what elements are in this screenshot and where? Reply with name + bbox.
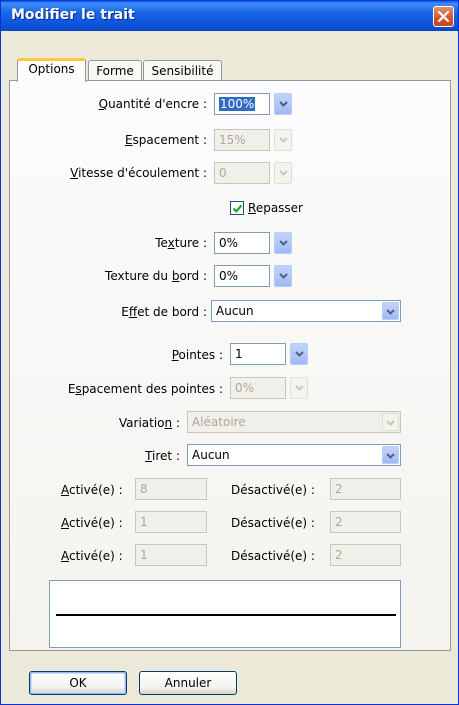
flow-speed-label: Vitesse d'écoulement :: [70, 166, 207, 180]
stroke-preview-line: [56, 614, 396, 616]
dash-on-input-3: 1: [135, 544, 207, 566]
tab-sensibilite-label: Sensibilité: [151, 64, 214, 78]
dash-on-input-1: 8: [135, 478, 207, 500]
stroke-preview: [49, 580, 401, 648]
edge-effect-select[interactable]: Aucun: [211, 300, 401, 322]
spacing-label: Espacement :: [124, 133, 207, 147]
tab-sensibilite[interactable]: Sensibilité: [143, 60, 222, 82]
edge-texture-dropdown-button[interactable]: [274, 265, 292, 287]
dialog-window: Modifier le trait Options Forme Sensibil…: [0, 0, 459, 705]
tab-forme[interactable]: Forme: [88, 60, 142, 82]
dash-off-input-1: 2: [330, 478, 401, 500]
variation-dropdown-button: [382, 413, 399, 431]
dash-on-label-3: Activé(e) :: [61, 549, 123, 563]
edge-effect-value: Aucun: [216, 304, 254, 318]
tips-dropdown-button[interactable]: [290, 343, 308, 365]
edge-texture-input[interactable]: 0%: [214, 265, 270, 287]
variation-select: Aléatoire: [187, 411, 401, 433]
edge-effect-label: Effet de bord :: [121, 305, 207, 319]
ink-quantity-input[interactable]: 100%: [214, 93, 270, 115]
texture-input[interactable]: 0%: [214, 232, 270, 254]
ok-button[interactable]: OK: [29, 671, 127, 695]
dash-on-input-2: 1: [135, 511, 207, 533]
dash-label: Tiret :: [145, 449, 180, 463]
tip-spacing-dropdown-button: [290, 377, 308, 399]
dash-off-input-3: 2: [330, 544, 401, 566]
tip-spacing-label: Espacement des pointes :: [67, 382, 223, 396]
dash-off-label-1: Désactivé(e) :: [231, 483, 315, 497]
window-title: Modifier le trait: [11, 7, 135, 23]
edge-texture-label: Texture du bord :: [105, 269, 207, 283]
tab-options-label: Options: [28, 62, 75, 76]
dash-on-label-1: Activé(e) :: [61, 483, 123, 497]
texture-dropdown-button[interactable]: [274, 232, 292, 254]
ink-quantity-dropdown-button[interactable]: [274, 93, 292, 115]
tip-spacing-input: 0%: [230, 377, 286, 399]
tab-forme-label: Forme: [96, 64, 134, 78]
close-button[interactable]: [433, 6, 454, 27]
flow-speed-input: 0: [214, 162, 270, 184]
dash-select[interactable]: Aucun: [187, 444, 401, 466]
spacing-input: 15%: [214, 129, 270, 151]
tips-label: Pointes :: [171, 348, 223, 362]
cancel-button[interactable]: Annuler: [139, 671, 237, 695]
variation-value: Aléatoire: [192, 415, 246, 429]
dash-dropdown-button[interactable]: [382, 446, 399, 464]
retrace-checkbox[interactable]: [230, 201, 244, 215]
retrace-label[interactable]: Repasser: [248, 200, 303, 216]
dash-value: Aucun: [192, 448, 230, 462]
tips-input[interactable]: 1: [230, 343, 286, 365]
edge-effect-dropdown-button[interactable]: [382, 302, 399, 320]
dash-on-label-2: Activé(e) :: [61, 516, 123, 530]
dash-off-label-3: Désactivé(e) :: [231, 549, 315, 563]
spacing-dropdown-button: [274, 129, 292, 151]
title-bar[interactable]: Modifier le trait: [1, 1, 458, 31]
texture-label: Texture :: [155, 236, 207, 250]
variation-label: Variation :: [118, 416, 180, 430]
ink-quantity-label: Quantité d'encre :: [98, 97, 207, 111]
tab-options[interactable]: Options: [17, 58, 86, 82]
flow-speed-dropdown-button: [274, 162, 292, 184]
dash-off-label-2: Désactivé(e) :: [231, 516, 315, 530]
dash-off-input-2: 2: [330, 511, 401, 533]
